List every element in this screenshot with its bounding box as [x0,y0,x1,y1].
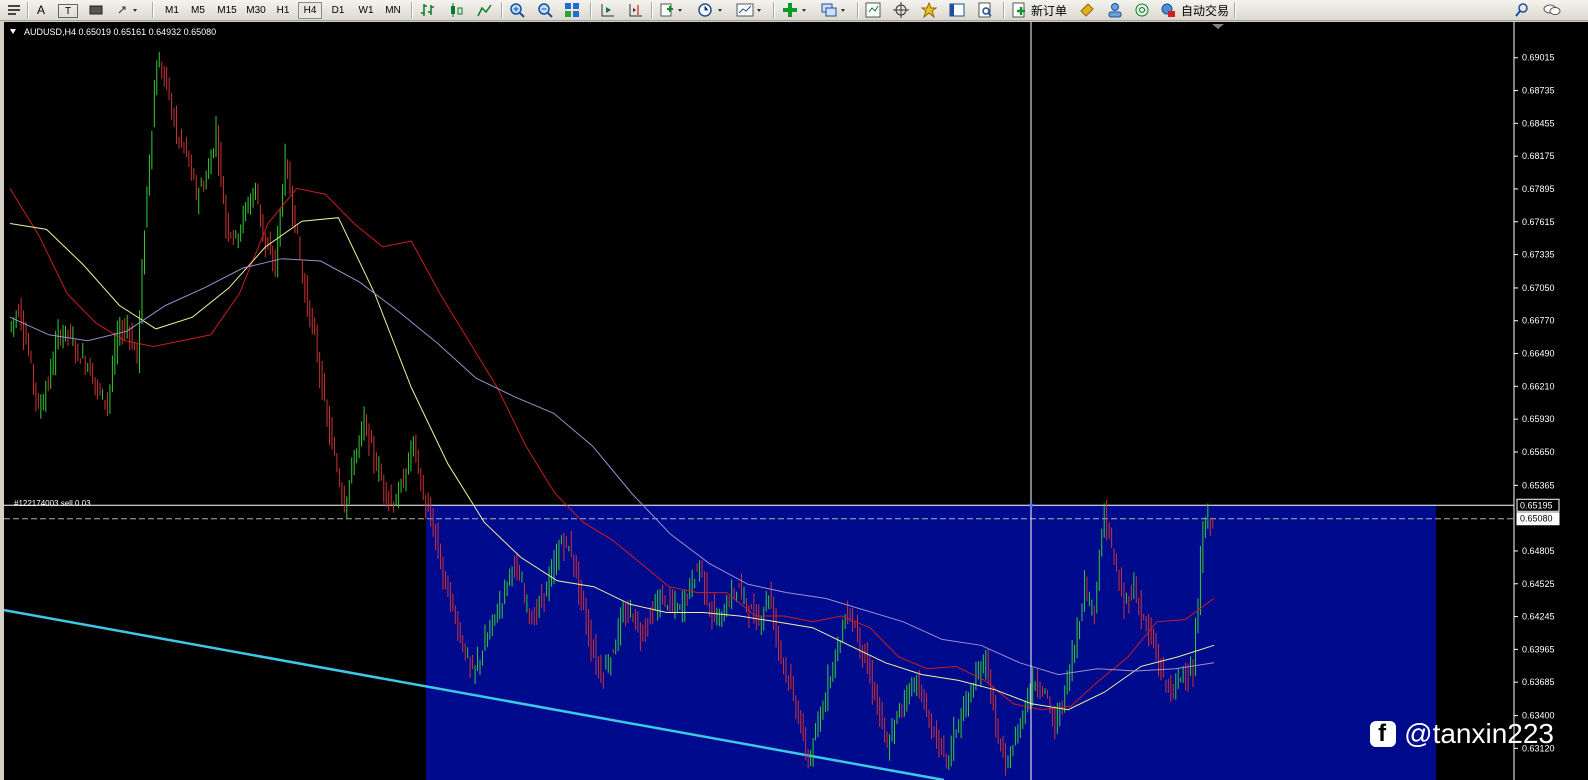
toolbar-separator [857,2,859,18]
toolbar-separator [773,2,775,18]
menu-grip-icon[interactable] [3,1,25,19]
auto-scroll-icon[interactable] [596,1,618,19]
y-tick-label: 0.64245 [1522,612,1555,622]
periods-clock-icon[interactable] [694,1,728,19]
timeframe-m30-button[interactable]: M30 [242,1,270,19]
crosshair-point [1029,503,1033,508]
timeframe-mn-button[interactable]: MN [381,1,405,19]
toolbar-separator [27,2,29,18]
price-label: 0.65080 [1520,514,1553,524]
toolbar-separator [501,2,503,18]
text-tool-button[interactable]: A [32,1,50,19]
timeframe-h4-button[interactable]: H4 [298,2,322,19]
search-icon[interactable] [1512,1,1532,19]
y-tick-label: 0.64525 [1522,579,1555,589]
timeframe-m15-button[interactable]: M15 [213,1,241,19]
line-chart-icon[interactable] [473,1,495,19]
arrows-tool-icon[interactable] [114,1,142,19]
toolbar-separator [651,2,653,18]
tile-windows-icon[interactable] [561,1,583,19]
crosshair-icon[interactable] [890,1,912,19]
terminal-icon[interactable] [946,1,968,19]
strategy-tester-icon[interactable] [974,1,996,19]
zoom-out-icon[interactable] [534,1,556,19]
y-tick-label: 0.68175 [1522,151,1555,161]
indicators-icon[interactable] [656,1,688,19]
toolbar-separator [411,2,413,18]
order-line-label: #122174003 sell 0.03 [14,499,91,508]
y-tick-label: 0.69015 [1522,53,1555,63]
candlestick-chart-icon[interactable] [445,1,467,19]
toolbar: A T M1 M5 M15 M30 H1 H4 D1 W1 MN 新订单 自动交… [0,0,1588,21]
y-tick-label: 0.66210 [1522,381,1555,391]
y-tick-label: 0.67615 [1522,217,1555,227]
y-tick-label: 0.66770 [1522,316,1555,326]
symbol-info: AUDUSD,H4 0.65019 0.65161 0.64932 0.6508… [24,27,217,37]
y-tick-label: 0.65650 [1522,447,1555,457]
templates-icon[interactable] [733,1,767,19]
text-label-tool-button[interactable]: T [58,4,78,18]
y-tick-label: 0.67050 [1522,283,1555,293]
metaeditor-icon[interactable] [1076,1,1098,19]
new-order-button[interactable]: 新订单 [1030,1,1068,19]
watermark-text: @tanxin223 [1404,718,1554,749]
new-order-icon[interactable] [1010,1,1028,19]
community-icon[interactable] [1104,1,1126,19]
toolbar-separator [1234,2,1236,18]
zoom-in-icon[interactable] [506,1,528,19]
signals-icon[interactable] [1131,1,1153,19]
navigator-icon[interactable] [918,1,940,19]
y-tick-label: 0.65365 [1522,480,1555,490]
price-chart[interactable]: 0.69015 0.68735 0.68455 0.68175 0.67895 0.676… [4,22,1588,780]
new-chart-icon[interactable] [778,1,812,19]
timeframe-h1-button[interactable]: H1 [272,1,294,19]
timeframe-d1-button[interactable]: D1 [327,1,349,19]
y-tick-label: 0.66490 [1522,349,1555,359]
market-watch-icon[interactable] [862,1,884,19]
y-tick-label: 0.68455 [1522,118,1555,128]
timeframe-w1-button[interactable]: W1 [354,1,378,19]
chart-shift-icon[interactable] [624,1,646,19]
price-label: 0.65195 [1520,500,1553,510]
autotrading-button[interactable]: 自动交易 [1180,1,1230,19]
watermark: f @tanxin223 [1370,718,1554,750]
y-tick-label: 0.68735 [1522,86,1555,96]
y-tick-label: 0.64805 [1522,546,1555,556]
shift-marker-icon [1212,24,1224,29]
rectangle-object [426,505,1436,780]
chat-icon[interactable] [1540,1,1564,19]
y-tick-label: 0.67895 [1522,184,1555,194]
chart-canvas[interactable]: 0.69015 0.68735 0.68455 0.68175 0.67895 0.676… [4,22,1588,780]
y-tick-label: 0.65930 [1522,414,1555,424]
timeframe-m1-button[interactable]: M1 [160,1,184,19]
bar-chart-icon[interactable] [418,1,440,19]
y-tick-label: 0.63685 [1522,677,1555,687]
profiles-icon[interactable] [817,1,851,19]
toolbar-separator [590,2,592,18]
y-tick-label: 0.67335 [1522,250,1555,260]
toolbar-separator [1003,2,1005,18]
y-tick-label: 0.63965 [1522,644,1555,654]
rectangle-tool-icon[interactable] [86,1,106,19]
autotrading-icon[interactable] [1158,1,1178,19]
timeframe-m5-button[interactable]: M5 [186,1,210,19]
chart-menu-arrow-icon[interactable] [10,29,16,34]
toolbar-separator [152,2,154,18]
facebook-icon: f [1370,720,1397,747]
